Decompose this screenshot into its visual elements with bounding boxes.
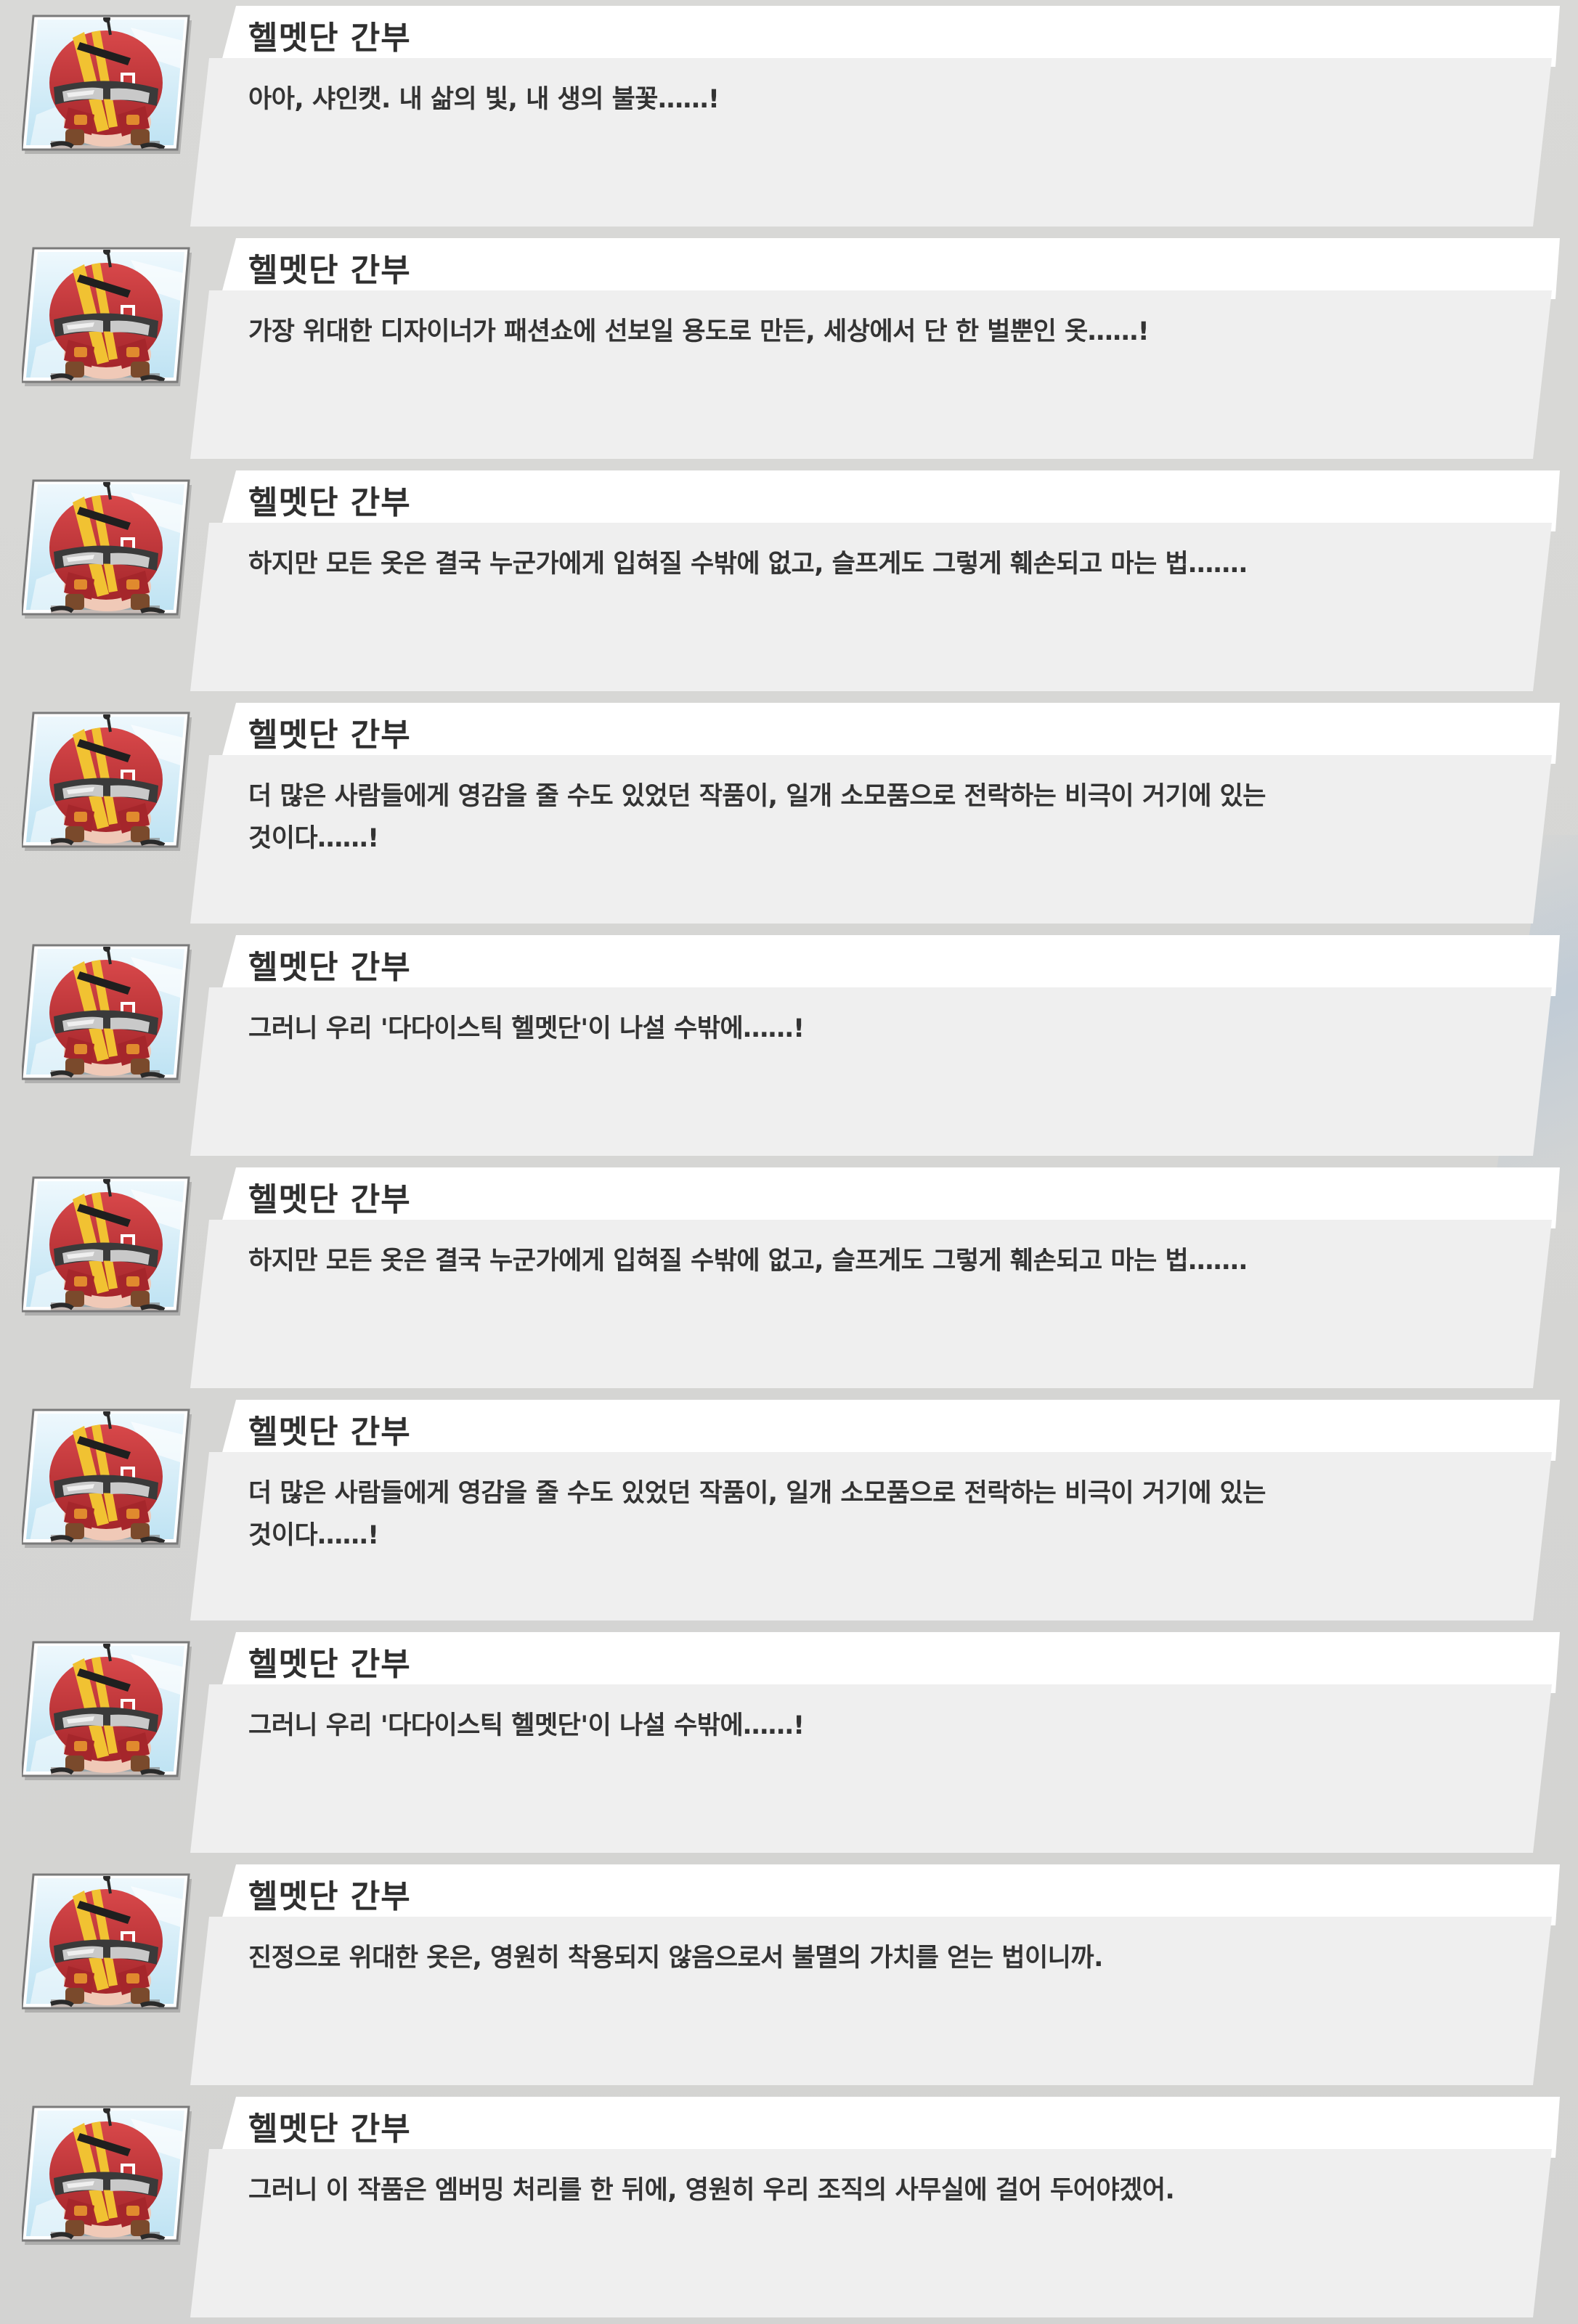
red-helmet-character-icon — [22, 942, 193, 1085]
dialogue-text: 그러니 이 작품은 엠버밍 처리를 한 뒤에, 영원히 우리 조직의 사무실에 … — [248, 2176, 1175, 2205]
speaker-name: 헬멧단 간부 — [248, 1878, 411, 1915]
speaker-name-tab — [220, 6, 1560, 67]
dialogue-entry: 헬멧단 간부 그러니 우리 '다다이스틱 헬멧단'이 나설 수밖에……! — [0, 1626, 1578, 1859]
speaker-name: 헬멧단 간부 — [248, 1181, 411, 1218]
speaker-avatar — [22, 245, 193, 388]
red-helmet-character-icon — [22, 13, 193, 155]
speaker-avatar — [22, 478, 193, 620]
dialogue-entry: 헬멧단 간부 가장 위대한 디자이너가 패션쇼에 선보일 용도로 만든, 세상에… — [0, 232, 1578, 465]
dialogue-text: 가장 위대한 디자이너가 패션쇼에 선보일 용도로 만든, 세상에서 단 한 벌… — [248, 317, 1150, 346]
speaker-name: 헬멧단 간부 — [248, 1414, 411, 1451]
dialogue-log: 헬멧단 간부 아아, 샤인캣. 내 삶의 빛, 내 생의 불꽃……! 헬멧단 간… — [0, 0, 1578, 2324]
speaker-name-tab — [220, 470, 1560, 531]
dialogue-entry: 헬멧단 간부 하지만 모든 옷은 결국 누군가에게 입혀질 수밖에 없고, 슬프… — [0, 465, 1578, 697]
dialogue-text: 더 많은 사람들에게 영감을 줄 수도 있었던 작품이, 일개 소모품으로 전락… — [248, 782, 1266, 853]
dialogue-text: 하지만 모든 옷은 결국 누군가에게 입혀질 수밖에 없고, 슬프게도 그렇게 … — [248, 550, 1248, 579]
speaker-avatar — [22, 710, 193, 852]
dialogue-entry: 헬멧단 간부 하지만 모든 옷은 결국 누군가에게 입혀질 수밖에 없고, 슬프… — [0, 1162, 1578, 1394]
speaker-avatar — [22, 1175, 193, 1317]
red-helmet-character-icon — [22, 245, 193, 388]
red-helmet-character-icon — [22, 478, 193, 620]
dialogue-text: 그러니 우리 '다다이스틱 헬멧단'이 나설 수밖에……! — [248, 1014, 805, 1043]
speaker-name: 헬멧단 간부 — [248, 717, 411, 754]
speaker-name-tab — [220, 1632, 1560, 1693]
red-helmet-character-icon — [22, 1872, 193, 2014]
dialogue-entry: 헬멧단 간부 그러니 우리 '다다이스틱 헬멧단'이 나설 수밖에……! — [0, 929, 1578, 1162]
dialogue-text: 진정으로 위대한 옷은, 영원히 착용되지 않음으로서 불멸의 가치를 얻는 법… — [248, 1944, 1103, 1973]
speaker-name: 헬멧단 간부 — [248, 484, 411, 521]
speaker-name-tab — [220, 703, 1560, 764]
red-helmet-character-icon — [22, 1175, 193, 1317]
speaker-name: 헬멧단 간부 — [248, 20, 411, 57]
speaker-name: 헬멧단 간부 — [248, 1646, 411, 1683]
speaker-name: 헬멧단 간부 — [248, 949, 411, 986]
dialogue-text: 아아, 샤인캣. 내 삶의 빛, 내 생의 불꽃……! — [248, 85, 720, 114]
speaker-name-tab — [220, 1167, 1560, 1228]
dialogue-entry: 헬멧단 간부 더 많은 사람들에게 영감을 줄 수도 있었던 작품이, 일개 소… — [0, 697, 1578, 929]
speaker-avatar — [22, 13, 193, 155]
dialogue-text: 더 많은 사람들에게 영감을 줄 수도 있었던 작품이, 일개 소모품으로 전락… — [248, 1479, 1266, 1550]
speaker-avatar — [22, 1639, 193, 1782]
speaker-avatar — [22, 942, 193, 1085]
red-helmet-character-icon — [22, 710, 193, 852]
speaker-avatar — [22, 1407, 193, 1549]
dialogue-entry: 헬멧단 간부 아아, 샤인캣. 내 삶의 빛, 내 생의 불꽃……! — [0, 0, 1578, 232]
speaker-name-tab — [220, 1864, 1560, 1925]
speaker-name-tab — [220, 1400, 1560, 1461]
dialogue-entry: 헬멧단 간부 진정으로 위대한 옷은, 영원히 착용되지 않음으로서 불멸의 가… — [0, 1859, 1578, 2091]
dialogue-entry: 헬멧단 간부 더 많은 사람들에게 영감을 줄 수도 있었던 작품이, 일개 소… — [0, 1394, 1578, 1626]
speaker-avatar — [22, 2104, 193, 2246]
dialogue-text: 그러니 우리 '다다이스틱 헬멧단'이 나설 수밖에……! — [248, 1711, 805, 1740]
dialogue-entry: 헬멧단 간부 그러니 이 작품은 엠버밍 처리를 한 뒤에, 영원히 우리 조직… — [0, 2091, 1578, 2323]
speaker-name: 헬멧단 간부 — [248, 2111, 411, 2148]
speaker-avatar — [22, 1872, 193, 2014]
red-helmet-character-icon — [22, 1407, 193, 1549]
speaker-name-tab — [220, 238, 1560, 299]
dialogue-text: 하지만 모든 옷은 결국 누군가에게 입혀질 수밖에 없고, 슬프게도 그렇게 … — [248, 1247, 1248, 1276]
red-helmet-character-icon — [22, 1639, 193, 1782]
speaker-name: 헬멧단 간부 — [248, 252, 411, 289]
red-helmet-character-icon — [22, 2104, 193, 2246]
speaker-name-tab — [220, 935, 1560, 996]
speaker-name-tab — [220, 2097, 1560, 2158]
